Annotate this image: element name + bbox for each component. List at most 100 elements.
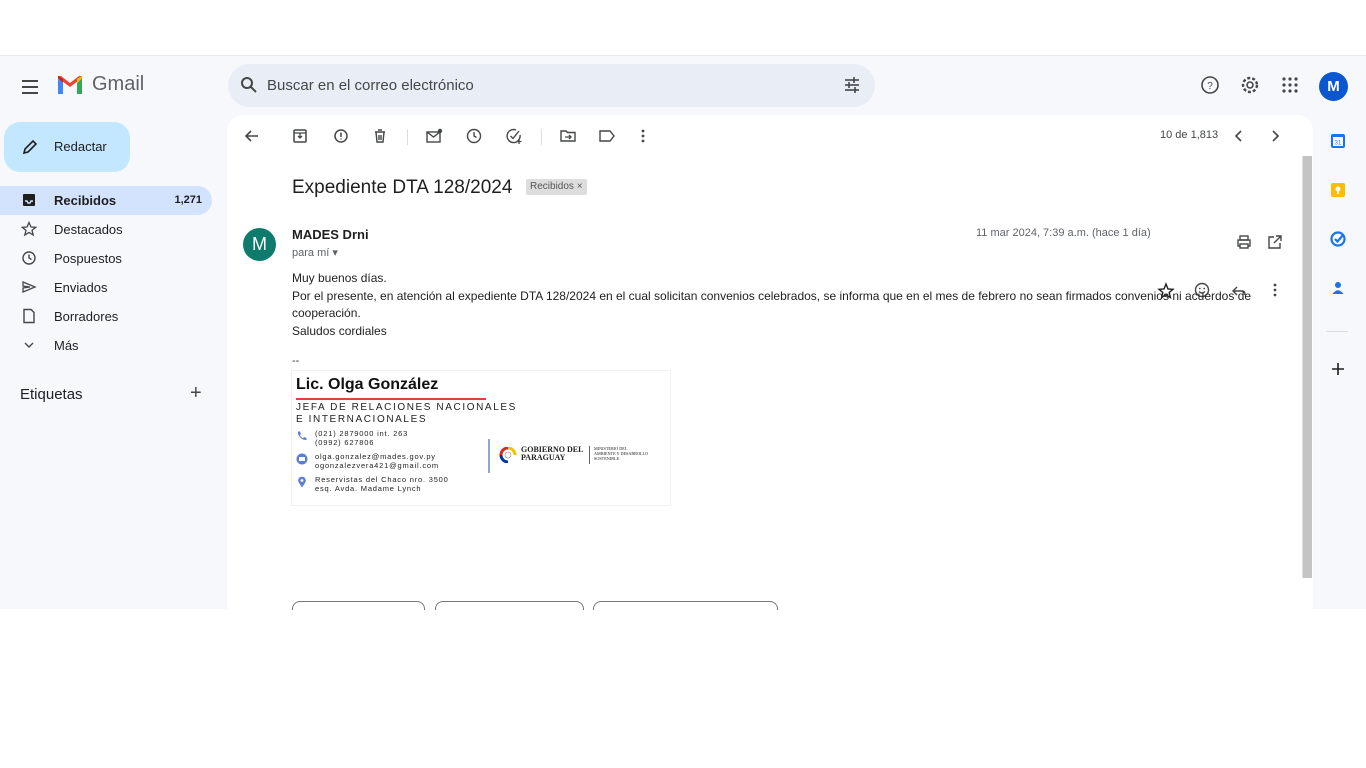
search-bar[interactable]: Buscar en el correo electrónico: [228, 64, 875, 107]
back-icon[interactable]: [243, 127, 261, 145]
pagination-text: 10 de 1,813: [1160, 129, 1219, 141]
signature-name: Lic. Olga González: [296, 376, 439, 393]
signature-title: JEFA DE RELACIONES NACIONALES E INTERNAC…: [296, 402, 517, 426]
send-icon: [22, 281, 37, 293]
ministry-line: SOSTENIBLE: [594, 456, 620, 461]
search-icon[interactable]: [240, 76, 258, 94]
message-date: 11 mar 2024, 7:39 a.m. (hace 1 día): [976, 227, 1151, 239]
account-avatar[interactable]: M: [1319, 72, 1348, 101]
gov-line: PARAGUAY: [521, 453, 566, 462]
signature-divider: [488, 439, 490, 473]
smart-reply-button[interactable]: Gracias por el aviso.: [435, 601, 584, 610]
email-subject: Expediente DTA 128/2024: [292, 177, 513, 198]
government-text: GOBIERNO DEL PARAGUAY: [521, 446, 583, 462]
sidebar-item-label: Más: [54, 338, 79, 353]
sidebar-item-inbox[interactable]: Recibidos 1,271: [0, 186, 212, 215]
apps-icon[interactable]: [1279, 74, 1301, 96]
body-paragraph: Muy buenos días.: [292, 271, 387, 285]
address-line: Reservistas del Chaco nro. 3500: [315, 475, 449, 484]
settings-icon[interactable]: [1239, 74, 1261, 96]
sender-avatar[interactable]: M: [243, 228, 276, 261]
email-line[interactable]: olga.gonzalez@mades.gov.py: [315, 452, 439, 461]
labels-heading: Etiquetas: [20, 386, 83, 403]
add-addon-icon[interactable]: [1329, 360, 1347, 378]
phone-icon: [298, 431, 307, 441]
label-chip[interactable]: Recibidos ×: [526, 179, 587, 195]
toolbar-divider: [407, 129, 408, 145]
signature-separator: --: [292, 355, 300, 367]
sidebar-item-snoozed[interactable]: Pospuestos: [0, 244, 212, 273]
sidebar-item-more[interactable]: Más: [0, 331, 212, 360]
logo-separator: [589, 446, 590, 464]
gmail-app: Gmail Buscar en el correo electrónico ?: [0, 55, 1366, 610]
star-icon: [21, 221, 37, 237]
sidebar-item-label: Enviados: [54, 280, 108, 295]
sender-name[interactable]: MADES Drni: [292, 227, 369, 242]
compose-button[interactable]: Redactar: [4, 122, 130, 172]
sidebar-item-drafts[interactable]: Borradores: [0, 302, 212, 331]
email-signature: Lic. Olga González JEFA DE RELACIONES NA…: [291, 370, 671, 506]
message-body: Muy buenos días. Por el presente, en ate…: [292, 270, 1252, 340]
unread-count: 1,271: [174, 194, 202, 206]
tasks-icon[interactable]: [1329, 230, 1347, 248]
message-more-icon[interactable]: [1266, 281, 1284, 299]
body-paragraph: Saludos cordiales: [292, 323, 387, 338]
open-new-window-icon[interactable]: [1266, 233, 1284, 251]
email-icon: [296, 453, 308, 465]
contacts-icon[interactable]: [1329, 279, 1347, 297]
print-icon[interactable]: [1235, 233, 1253, 251]
location-pin-icon: [298, 476, 306, 488]
signature-underline: [296, 398, 486, 400]
sidebar-item-sent[interactable]: Enviados: [0, 273, 212, 302]
help-icon[interactable]: ?: [1199, 74, 1221, 96]
smart-reply-button[interactable]: Gracias por la información.: [593, 601, 779, 610]
signature-title-line: JEFA DE RELACIONES NACIONALES: [296, 402, 517, 413]
paraguay-emblem-icon: [499, 447, 517, 463]
main-menu-icon[interactable]: [18, 75, 42, 99]
search-options-icon[interactable]: [843, 76, 861, 94]
draft-icon: [23, 308, 35, 324]
search-input[interactable]: Buscar en el correo electrónico: [267, 77, 474, 94]
gmail-logo[interactable]: Gmail: [56, 73, 144, 96]
toolbar-divider: [541, 129, 542, 145]
smart-reply-button[interactable]: Recibido, gracias.: [292, 601, 426, 610]
svg-text:?: ?: [1207, 81, 1213, 92]
sidebar-item-label: Borradores: [54, 309, 119, 324]
sidebar-item-label: Pospuestos: [54, 251, 122, 266]
snooze-icon[interactable]: [465, 127, 483, 145]
chevron-down-icon: [24, 342, 34, 348]
prev-icon[interactable]: [1230, 127, 1248, 145]
rail-divider: [1326, 331, 1348, 332]
body-paragraph: Por el presente, en atención al expedien…: [292, 288, 1252, 321]
delete-icon[interactable]: [371, 127, 389, 145]
add-label-button[interactable]: +: [190, 383, 202, 403]
add-task-icon[interactable]: [505, 127, 523, 145]
scrollbar-thumb[interactable]: [1302, 156, 1312, 578]
email-line[interactable]: ogonzalezvera421@gmail.com: [315, 461, 439, 470]
sidebar-nav: Recibidos 1,271 Destacados Pospuestos En…: [0, 186, 214, 360]
mark-unread-icon[interactable]: [425, 127, 443, 145]
more-icon[interactable]: [634, 127, 652, 145]
sidebar-item-label: Recibidos: [54, 193, 117, 208]
next-icon[interactable]: [1266, 127, 1284, 145]
calendar-icon[interactable]: 31: [1329, 132, 1347, 150]
compose-label: Redactar: [54, 139, 107, 154]
move-to-icon[interactable]: [559, 127, 577, 145]
ministry-text: MINISTERIO DEL AMBIENTE Y DESARROLLO SOS…: [594, 446, 648, 461]
label-icon[interactable]: [598, 127, 616, 145]
app-name: Gmail: [92, 73, 145, 95]
archive-icon[interactable]: [291, 127, 309, 145]
sidebar-item-starred[interactable]: Destacados: [0, 215, 212, 244]
keep-icon[interactable]: [1329, 181, 1347, 199]
address-line: esq. Avda. Madame Lynch: [315, 484, 422, 493]
inbox-icon: [23, 194, 35, 206]
gmail-m-icon: [58, 75, 82, 94]
sidebar-item-label: Destacados: [54, 222, 123, 237]
pencil-icon: [22, 139, 38, 155]
signature-title-line: E INTERNACIONALES: [296, 414, 428, 425]
report-spam-icon[interactable]: [332, 127, 350, 145]
clock-icon: [22, 251, 36, 265]
phone-line: (0992) 627806: [315, 438, 375, 447]
recipient-details[interactable]: para mí ▾: [292, 246, 338, 259]
svg-text:31: 31: [1335, 141, 1342, 147]
